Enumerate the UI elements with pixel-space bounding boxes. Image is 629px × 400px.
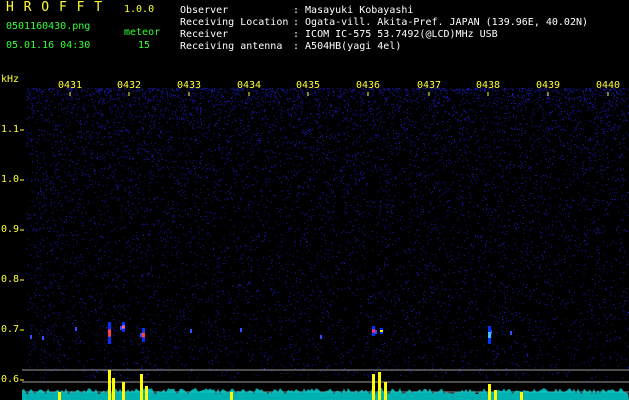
meteor-label: meteor — [124, 27, 161, 38]
meteor-echo — [108, 329, 111, 337]
time-label: 0431 — [58, 80, 83, 91]
meteor-echo — [75, 327, 77, 331]
frequency-label: 1.1 — [1, 124, 20, 135]
amplitude-peak — [122, 382, 125, 400]
time-label: 0434 — [237, 80, 262, 91]
frequency-label: 0.9 — [1, 224, 20, 235]
time-label: 0438 — [476, 80, 501, 91]
meteor-echo — [488, 332, 491, 338]
time-label: 0432 — [117, 80, 142, 91]
frequency-label: 0.7 — [1, 324, 20, 335]
unit-label: kHz — [1, 74, 20, 85]
antenna-label: Receiving antenna — [180, 41, 283, 52]
meteor-echo — [142, 332, 145, 338]
amplitude-peak — [520, 392, 523, 400]
amplitude-peak — [372, 374, 375, 400]
time-label: 0437 — [417, 80, 442, 91]
location-label: Receiving Location — [180, 17, 289, 28]
observer-value: : Masayuki Kobayashi — [293, 5, 414, 16]
amplitude-peak — [108, 370, 111, 400]
spectrogram-canvas — [20, 88, 629, 400]
time-label: 0435 — [296, 80, 321, 91]
amplitude-peak — [140, 374, 143, 400]
amplitude-peak — [58, 392, 61, 400]
frequency-label: 1.0 — [1, 174, 20, 185]
meteor-echo — [375, 330, 377, 334]
time-label: 0440 — [596, 80, 621, 91]
meteor-echo — [380, 330, 383, 332]
meteor-echo — [140, 333, 142, 337]
meteor-echo — [510, 331, 512, 335]
meteor-echo — [122, 325, 125, 329]
meteor-echo — [190, 329, 192, 333]
time-label: 0439 — [536, 80, 561, 91]
time-label: 0433 — [177, 80, 202, 91]
amplitude-peak — [230, 392, 233, 400]
amplitude-peak — [488, 384, 491, 400]
amplitude-peak — [112, 378, 115, 400]
amplitude-peak — [384, 382, 387, 400]
date-time: 05.01.16 04:30 — [6, 40, 91, 51]
meteor-echo — [372, 329, 375, 333]
time-label: 0436 — [356, 80, 381, 91]
frequency-label: 0.6 — [1, 374, 20, 385]
amplitude-peak — [378, 372, 381, 400]
amplitude-peak — [145, 386, 148, 400]
frequency-label: 0.8 — [1, 274, 20, 285]
receiver-label: Receiver — [180, 29, 229, 40]
meteor-echo — [42, 336, 44, 340]
meteor-echo — [120, 326, 122, 330]
meteor-echo — [320, 335, 322, 339]
amplitude-peak — [494, 390, 497, 400]
antenna-value: : A504HB(yagi 4el) — [293, 41, 402, 52]
file-name: 0501160430.png — [6, 21, 91, 32]
meteor-echo — [240, 328, 242, 332]
receiver-value: : ICOM IC-575 53.7492(@LCD)MHz USB — [293, 29, 498, 40]
noise-field — [26, 88, 629, 379]
app-version: 1.0.0 — [124, 4, 155, 15]
meteor-echo — [30, 335, 32, 339]
app-title: H R O F F T — [6, 0, 104, 15]
observer-label: Observer — [180, 5, 229, 16]
meteor-count: 15 — [138, 40, 151, 51]
location-value: : Ogata-vill. Akita-Pref. JAPAN (139.96E… — [293, 17, 589, 28]
